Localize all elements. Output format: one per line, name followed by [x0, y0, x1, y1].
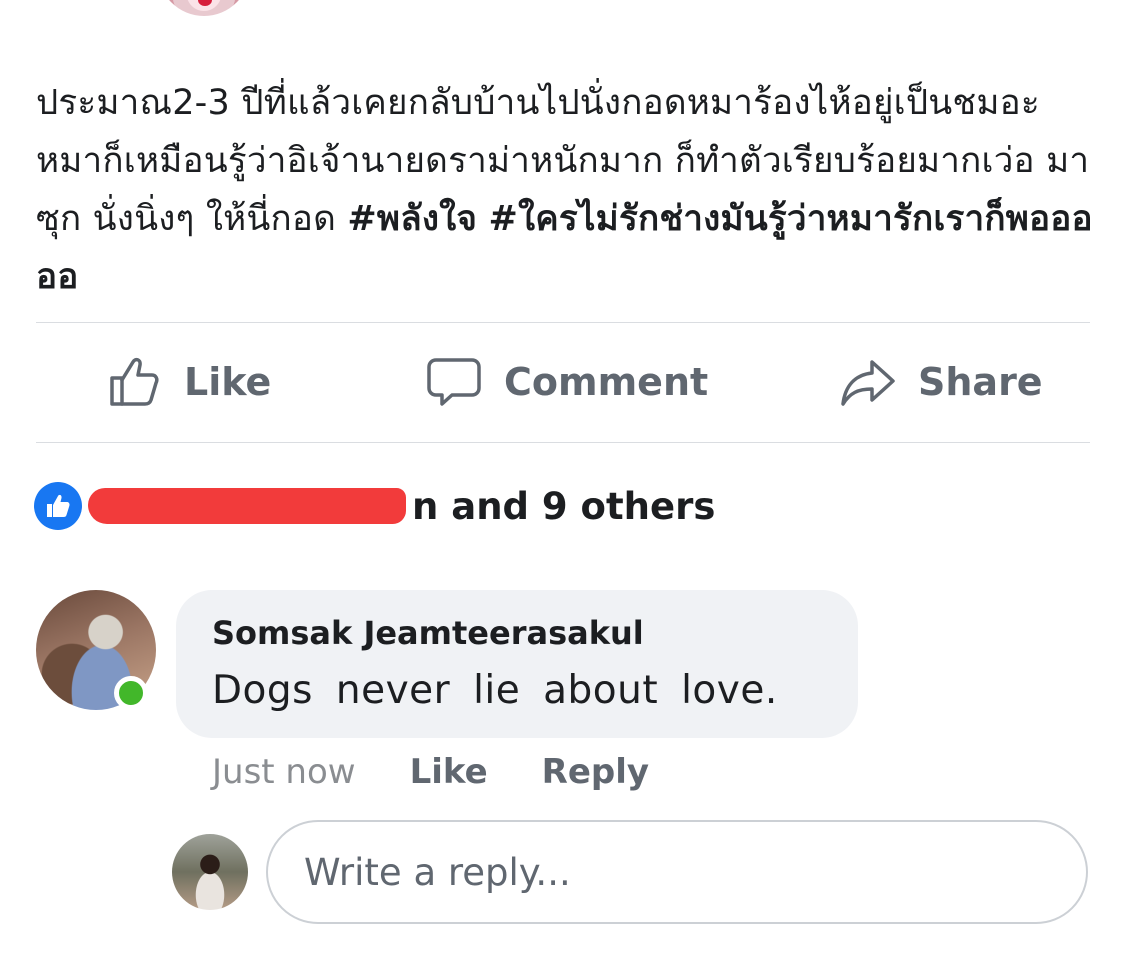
comment-button[interactable]: Comment: [426, 354, 708, 410]
speech-bubble-icon: [426, 354, 482, 410]
reaction-others-text: and 9 others: [451, 484, 716, 528]
thumbs-up-icon: [106, 354, 162, 410]
comment-like-button[interactable]: Like: [410, 752, 488, 792]
reaction-name-tail: n: [412, 484, 439, 528]
comment-label: Comment: [504, 360, 709, 404]
reply-input[interactable]: [266, 820, 1088, 924]
divider: [36, 322, 1090, 323]
like-reaction-icon: [34, 482, 82, 530]
comment-author[interactable]: Somsak Jeamteerasakul: [212, 614, 858, 652]
comment-text: Dogs never lie about love.: [212, 668, 778, 713]
hashtag-link[interactable]: #พลังใจ: [347, 199, 477, 239]
comment-reply-button[interactable]: Reply: [542, 752, 649, 792]
post-action-bar: Like Comment Share: [36, 324, 1090, 442]
comment-timestamp: Just now: [212, 752, 356, 792]
reaction-count-text: n and 9 others: [412, 485, 715, 528]
post-author-avatar[interactable]: [158, 0, 250, 16]
like-button[interactable]: Like: [106, 354, 271, 410]
comment-meta: Just now Like Reply: [212, 748, 649, 796]
online-status-indicator: [114, 676, 148, 710]
post-text: ประมาณ2-3 ปีที่แล้วเคยกลับบ้านไปนั่งกอดห…: [36, 74, 1096, 306]
redacted-names: [88, 488, 406, 524]
facebook-post-screen: ประมาณ2-3 ปีที่แล้วเคยกลับบ้านไปนั่งกอดห…: [0, 0, 1125, 962]
share-arrow-icon: [840, 354, 896, 410]
like-label: Like: [184, 360, 272, 404]
share-label: Share: [918, 360, 1043, 404]
current-user-avatar: [172, 834, 248, 910]
reaction-summary[interactable]: n and 9 others: [34, 480, 715, 532]
divider: [36, 442, 1090, 443]
share-button[interactable]: Share: [840, 354, 1043, 410]
comment-bubble: Somsak Jeamteerasakul Dogs never lie abo…: [176, 590, 858, 738]
